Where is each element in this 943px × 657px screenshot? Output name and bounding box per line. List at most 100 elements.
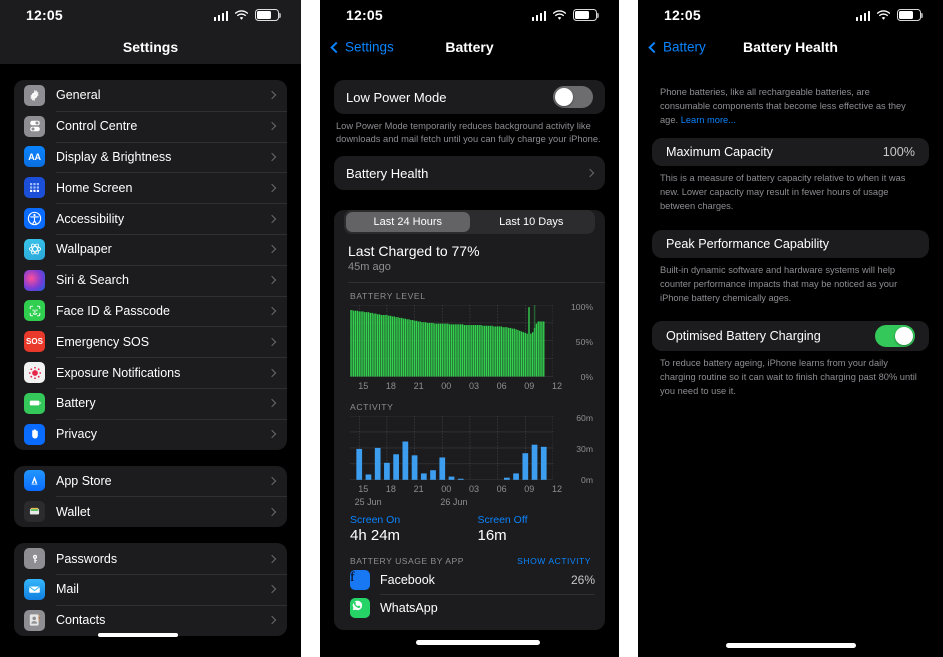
screen-on-label: Screen On [350,514,401,527]
sidebar-item-face-id-passcode[interactable]: Face ID & Passcode [14,295,287,327]
y-tick-label: 30m [576,444,593,455]
battery-health-intro: Phone batteries, like all rechargeable b… [660,86,921,128]
sidebar-item-label: Battery [56,396,96,411]
toggle-knob [895,327,913,346]
status-bar-time: 12:05 [26,7,63,23]
back-to-battery-button[interactable]: Battery [648,39,706,55]
chevron-right-icon [267,585,277,594]
x-tick-label: 00 [441,381,452,392]
sidebar-item-label: Siri & Search [56,273,129,288]
battery-level-plot [350,305,553,377]
peak-performance-note: Built-in dynamic software and hardware s… [660,264,898,303]
sidebar-item-label: Home Screen [56,180,133,195]
sidebar-item-label: Passwords [56,551,118,566]
sidebar-item-label: Privacy [56,427,97,442]
sidebar-item-home-screen[interactable]: Home Screen [14,172,287,203]
activity-chart: 60m 30m 0m [350,413,595,485]
x-tick-label: 06 [496,381,507,392]
sidebar-item-siri-search[interactable]: Siri & Search [14,264,287,296]
low-power-mode-toggle[interactable] [553,86,593,108]
chevron-right-icon [267,183,277,193]
iphone-battery-screen: 12:05 Settings Battery Low Power Mode Lo… [320,0,619,657]
sidebar-item-exposure-notifications[interactable]: Exposure Notifications [14,357,287,388]
page-title: Settings [122,39,179,55]
settings-group-stores: App Store Wallet [14,465,287,528]
activity-x-axis: 15 18 21 00 03 06 09 12 [350,484,595,497]
sidebar-item-label: Wallpaper [56,242,112,257]
sidebar-item-wallpaper[interactable]: Wallpaper [14,233,287,265]
app-usage-row-whatsapp[interactable]: WhatsApp [350,594,595,622]
segment-last-10-days[interactable]: Last 10 Days [470,212,594,232]
sidebar-item-app-store[interactable]: App Store [14,466,287,497]
x-tick-label: 06 [496,484,507,495]
sidebar-item-label: Exposure Notifications [56,365,181,380]
privacy-hand-icon [24,423,45,445]
x-tick-label: 18 [385,381,396,392]
accessibility-icon [24,208,45,230]
app-usage-row-facebook[interactable]: f Facebook 26% [350,566,595,594]
status-bar-indicators [213,9,282,21]
sidebar-item-privacy[interactable]: Privacy [14,418,287,450]
x-tick-label: 00 [441,484,452,495]
back-label: Battery [663,39,706,55]
sidebar-item-label: Face ID & Passcode [56,303,170,318]
chevron-right-icon [267,615,277,625]
nav-bar-battery: Settings Battery [320,30,619,64]
y-tick-label: 50% [575,337,593,348]
sidebar-item-emergency-sos[interactable]: SOS Emergency SOS [14,326,287,357]
sidebar-item-general[interactable]: General [14,80,287,111]
y-tick-label: 60m [576,413,593,424]
chevron-right-icon [267,507,277,516]
peak-performance-row[interactable]: Peak Performance Capability [652,229,929,258]
battery-usage-by-app-label: BATTERY USAGE BY APP [350,556,464,567]
sidebar-item-label: App Store [56,473,112,488]
chevron-right-icon [267,476,277,486]
optimised-charging-row[interactable]: Optimised Battery Charging [652,321,929,352]
learn-more-link[interactable]: Learn more... [681,115,736,125]
status-bar-indicators [855,9,924,21]
nav-bar-settings: Settings [0,30,301,64]
sidebar-item-wallet[interactable]: Wallet [14,496,287,527]
face-id-icon [24,300,45,322]
low-power-mode-card: Low Power Mode [334,80,605,114]
battery-health-label: Battery Health [346,165,429,181]
screen-time-stats: Screen On 4h 24m Screen Off 16m [350,514,605,544]
low-power-mode-row[interactable]: Low Power Mode [334,80,605,114]
sidebar-item-control-centre[interactable]: Control Centre [14,110,287,142]
date-label: 26 Jun [440,497,468,508]
home-indicator [98,633,179,637]
chevron-right-icon [267,245,277,254]
back-to-settings-button[interactable]: Settings [330,40,394,55]
sidebar-item-label: Wallet [56,504,91,519]
sidebar-item-mail[interactable]: Mail [14,573,287,605]
activity-plot [350,416,553,481]
peak-performance-label: Peak Performance Capability [666,236,830,251]
chevron-left-icon [330,41,342,53]
show-activity-button[interactable]: SHOW ACTIVITY [517,556,591,566]
sidebar-item-display-brightness[interactable]: AA Display & Brightness [14,141,287,173]
last-charged-subtitle: 45m ago [348,261,391,274]
wifi-icon [876,9,891,20]
y-tick-label: 100% [571,302,593,313]
sidebar-item-label: General [56,88,101,103]
sidebar-item-contacts[interactable]: Contacts [14,604,287,636]
chevron-right-icon [267,121,277,131]
sidebar-item-passwords[interactable]: Passwords [14,543,287,574]
optimised-charging-toggle[interactable] [875,325,915,348]
chevron-right-icon [267,275,277,285]
x-tick-label: 12 [551,484,563,495]
sidebar-item-battery[interactable]: Battery [14,387,287,419]
home-indicator [725,643,856,648]
screen-off-label: Screen Off [477,514,528,527]
sidebar-item-label: Contacts [56,613,106,628]
battery-health-row[interactable]: Battery Health [334,156,605,190]
activity-chart-title: ACTIVITY [350,402,394,413]
chevron-right-icon [267,429,277,439]
segment-last-24-hours[interactable]: Last 24 Hours [346,212,470,233]
sidebar-item-accessibility[interactable]: Accessibility [14,203,287,234]
sidebar-item-label: Emergency SOS [56,334,150,349]
time-range-segmented-control[interactable]: Last 24 Hours Last 10 Days [344,210,595,235]
